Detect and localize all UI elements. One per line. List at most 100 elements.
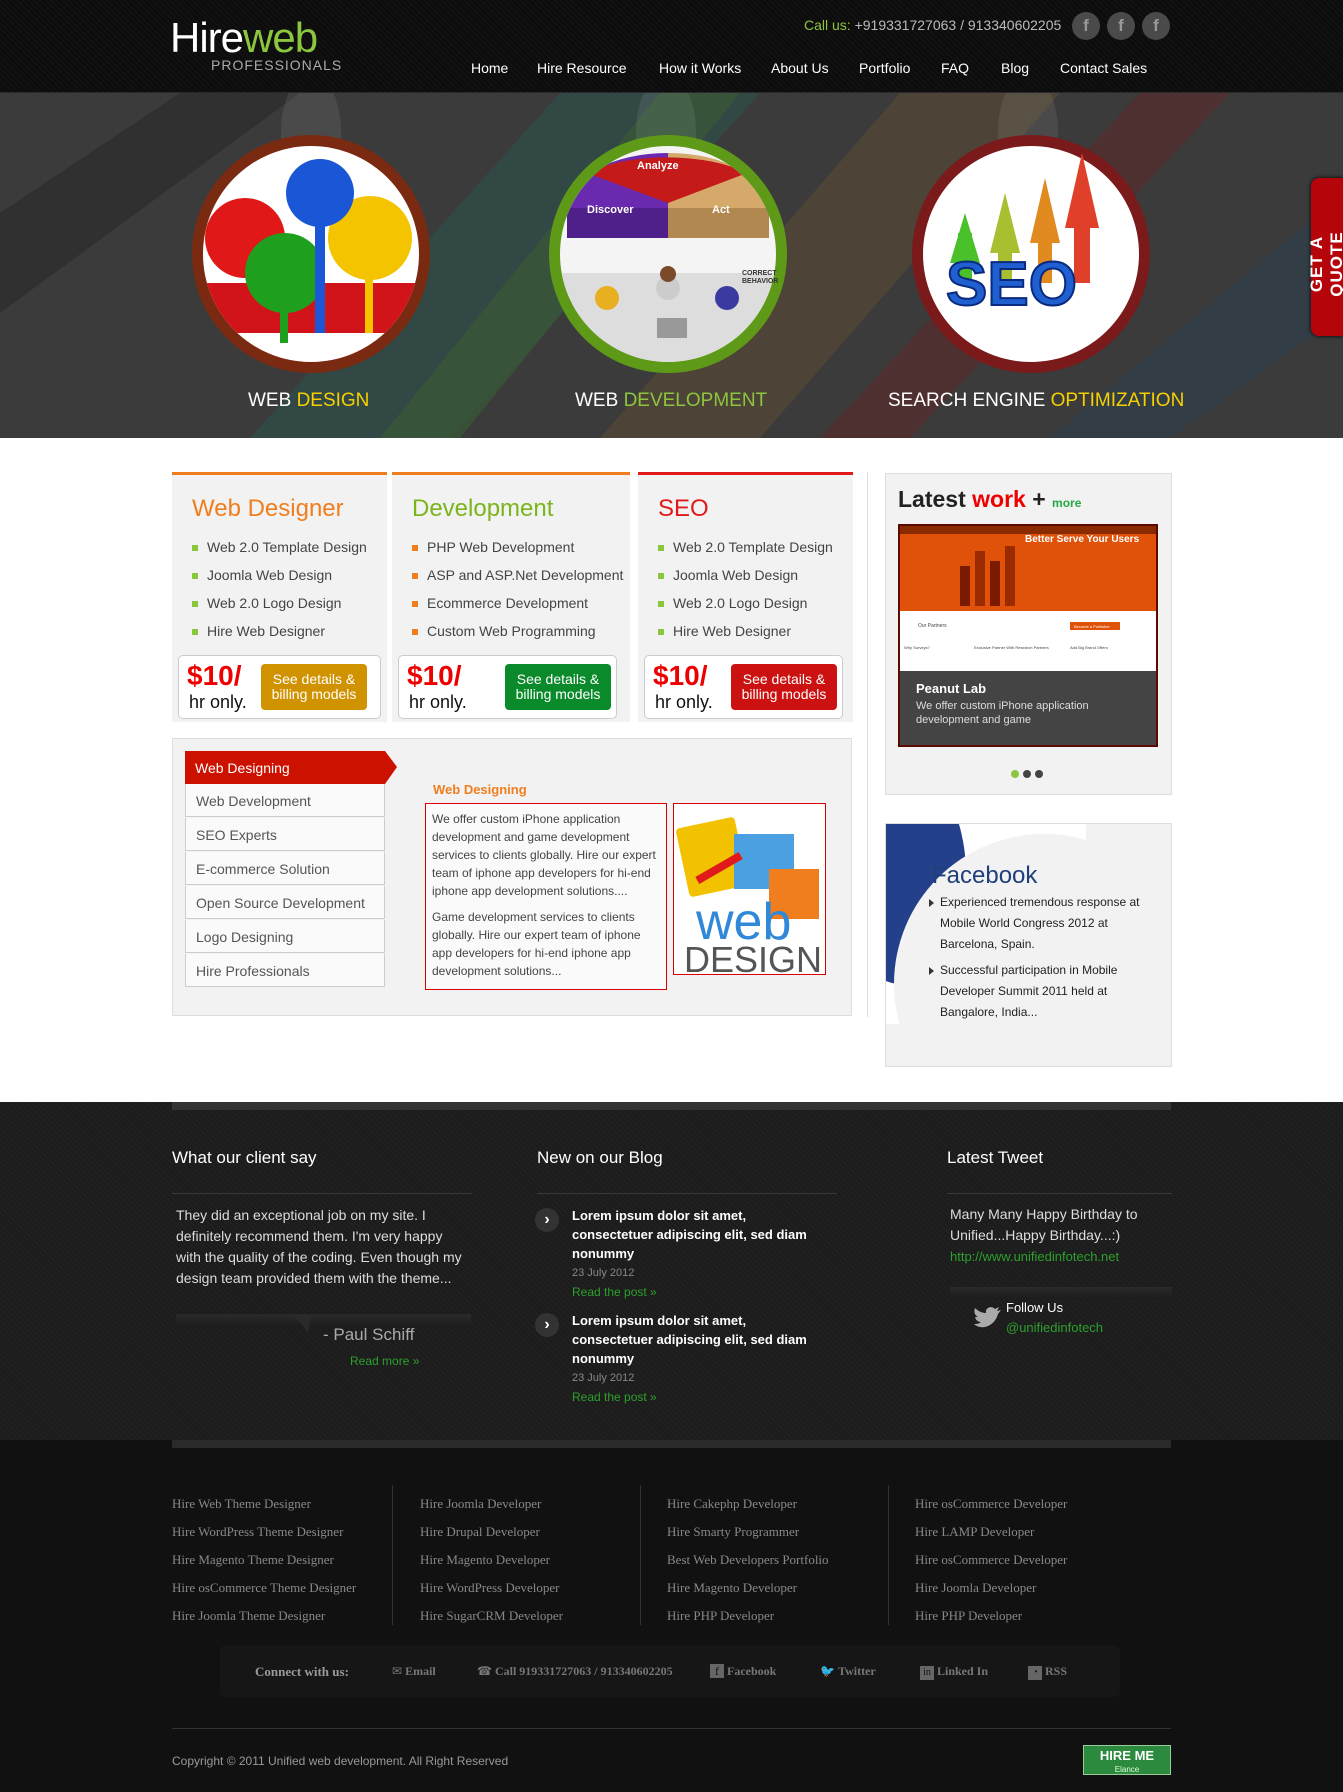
seo-circle[interactable]: SEO [910, 133, 1152, 375]
twitter-link[interactable]: 🐦 Twitter [820, 1664, 876, 1679]
email-link[interactable]: ✉ Email [392, 1664, 436, 1679]
rss-link[interactable]: ◔ RSS [1028, 1664, 1067, 1680]
list-item[interactable]: Web 2.0 Logo Design [658, 595, 833, 623]
list-item[interactable]: Custom Web Programming [412, 623, 623, 651]
nav-about-us[interactable]: About Us [771, 60, 829, 76]
nav-faq[interactable]: FAQ [941, 60, 969, 76]
see-details-button[interactable]: See details & billing models [505, 664, 611, 710]
list-item[interactable]: Web 2.0 Template Design [658, 539, 833, 567]
tab-seo-experts[interactable]: SEO Experts [185, 818, 385, 851]
follow-us-label: Follow Us [1006, 1300, 1064, 1315]
divider [537, 1193, 837, 1194]
service-list: PHP Web Development ASP and ASP.Net Deve… [412, 539, 623, 651]
web-development-circle[interactable]: Analyze Discover Act CORRECT BEHAVIOR [547, 133, 789, 375]
read-more-link[interactable]: Read more » [350, 1354, 419, 1368]
price-box: $10/ hr only. See details & billing mode… [398, 655, 617, 719]
footer-link[interactable]: Hire WordPress Developer [420, 1574, 563, 1602]
tab-web-development[interactable]: Web Development [185, 784, 385, 817]
blog-post-title[interactable]: Lorem ipsum dolor sit amet, consectetuer… [572, 1311, 822, 1368]
slide-dot[interactable] [1035, 770, 1043, 778]
twitter-icon[interactable] [970, 1304, 1002, 1334]
list-item[interactable]: Joomla Web Design [658, 567, 833, 595]
more-link[interactable]: more [1052, 496, 1081, 510]
footer-link[interactable]: Hire Joomla Theme Designer [172, 1602, 356, 1630]
list-item[interactable]: Ecommerce Development [412, 595, 623, 623]
list-item[interactable]: Joomla Web Design [192, 567, 367, 595]
list-item[interactable]: Hire Web Designer [192, 623, 367, 651]
tab-ecommerce-solution[interactable]: E-commerce Solution [185, 852, 385, 885]
svg-text:Better Serve Your Users: Better Serve Your Users [1025, 534, 1140, 545]
footer-link[interactable]: Hire LAMP Developer [915, 1518, 1067, 1546]
get-a-quote-tab[interactable]: GET A QUOTE [1307, 178, 1343, 336]
footer-link[interactable]: Hire Joomla Developer [420, 1490, 563, 1518]
blog-post-date: 23 July 2012 [572, 1267, 635, 1279]
see-details-button[interactable]: See details & billing models [261, 664, 367, 710]
footer-link[interactable]: Hire WordPress Theme Designer [172, 1518, 356, 1546]
logo[interactable]: Hireweb [170, 14, 318, 62]
twitter-handle-link[interactable]: @unifiedinfotech [1006, 1320, 1103, 1335]
tab-hire-professionals[interactable]: Hire Professionals [185, 954, 385, 987]
footer-link[interactable]: Hire osCommerce Developer [915, 1546, 1067, 1574]
nav-hire-resource[interactable]: Hire Resource [537, 60, 626, 76]
nav-blog[interactable]: Blog [1001, 60, 1029, 76]
footer-link[interactable]: Hire Web Theme Designer [172, 1490, 356, 1518]
read-post-link[interactable]: Read the post » [572, 1285, 657, 1299]
blog-title: New on our Blog [537, 1148, 663, 1167]
service-title: SEO [658, 495, 709, 522]
footer-link[interactable]: Hire Cakephp Developer [667, 1490, 829, 1518]
footer-link[interactable]: Hire PHP Developer [915, 1602, 1067, 1630]
web-development-label[interactable]: WEB DEVELOPMENT [575, 390, 767, 412]
read-post-link[interactable]: Read the post » [572, 1390, 657, 1404]
nav-how-it-works[interactable]: How it Works [659, 60, 741, 76]
see-details-button[interactable]: See details & billing models [731, 664, 837, 710]
svg-text:DESIGN: DESIGN [684, 939, 822, 975]
svg-text:Analyze: Analyze [637, 160, 679, 172]
service-list: Web 2.0 Template Design Joomla Web Desig… [192, 539, 367, 651]
footer-link[interactable]: Hire SugarCRM Developer [420, 1602, 563, 1630]
footer-link[interactable]: Hire Magento Developer [420, 1546, 563, 1574]
nav-home[interactable]: Home [471, 60, 508, 76]
list-item[interactable]: Web 2.0 Template Design [192, 539, 367, 567]
chevron-right-icon[interactable]: › [535, 1208, 559, 1232]
footer-link[interactable]: Hire Smarty Programmer [667, 1518, 829, 1546]
service-box-web-designer: Web Designer Web 2.0 Template Design Joo… [172, 472, 387, 722]
footer-link[interactable]: Hire osCommerce Developer [915, 1490, 1067, 1518]
seo-label[interactable]: SEARCH ENGINE OPTIMIZATION [888, 390, 1184, 412]
footer-link[interactable]: Hire Drupal Developer [420, 1518, 563, 1546]
divider [640, 1485, 641, 1625]
facebook-link[interactable]: f Facebook [710, 1664, 776, 1679]
slide-dot[interactable] [1011, 770, 1019, 778]
linkedin-link[interactable]: in Linked In [920, 1664, 988, 1680]
latest-work-widget: Latest work + more Better Serve Your Use… [885, 473, 1172, 795]
footer-link[interactable]: Hire osCommerce Theme Designer [172, 1574, 356, 1602]
call-link[interactable]: ☎ Call 919331727063 / 913340602205 [477, 1664, 673, 1679]
web-design-circle[interactable] [190, 133, 432, 375]
facebook-news-item[interactable]: Successful participation in Mobile Devel… [929, 960, 1155, 1023]
list-item[interactable]: Hire Web Designer [658, 623, 833, 651]
footer-link[interactable]: Hire Joomla Developer [915, 1574, 1067, 1602]
nav-contact-sales[interactable]: Contact Sales [1060, 60, 1147, 76]
list-item[interactable]: PHP Web Development [412, 539, 623, 567]
tab-web-designing[interactable]: Web Designing [185, 751, 385, 784]
facebook-icon[interactable]: f [1142, 12, 1170, 40]
facebook-news-item[interactable]: Experienced tremendous response at Mobil… [929, 892, 1155, 955]
tweet-link[interactable]: http://www.unifiedinfotech.net [950, 1249, 1119, 1264]
chevron-right-icon[interactable]: › [535, 1313, 559, 1337]
footer-link[interactable]: Hire Magento Theme Designer [172, 1546, 356, 1574]
footer-link[interactable]: Best Web Developers Portfolio [667, 1546, 829, 1574]
list-item[interactable]: Web 2.0 Logo Design [192, 595, 367, 623]
facebook-icon[interactable]: f [1072, 12, 1100, 40]
tab-open-source-development[interactable]: Open Source Development [185, 886, 385, 919]
facebook-icon[interactable]: f [1107, 12, 1135, 40]
footer-link[interactable]: Hire Magento Developer [667, 1574, 829, 1602]
nav-portfolio[interactable]: Portfolio [859, 60, 910, 76]
hire-me-badge[interactable]: HIRE ME Elance [1083, 1745, 1171, 1775]
footer-link[interactable]: Hire PHP Developer [667, 1602, 829, 1630]
tab-logo-designing[interactable]: Logo Designing [185, 920, 385, 953]
divider [947, 1193, 1172, 1194]
web-design-label[interactable]: WEB DESIGN [248, 390, 369, 412]
slide-dot[interactable] [1023, 770, 1031, 778]
latest-work-slide[interactable]: Better Serve Your Users Our Partners Bec… [898, 524, 1158, 747]
list-item[interactable]: ASP and ASP.Net Development [412, 567, 623, 595]
blog-post-title[interactable]: Lorem ipsum dolor sit amet, consectetuer… [572, 1206, 822, 1263]
